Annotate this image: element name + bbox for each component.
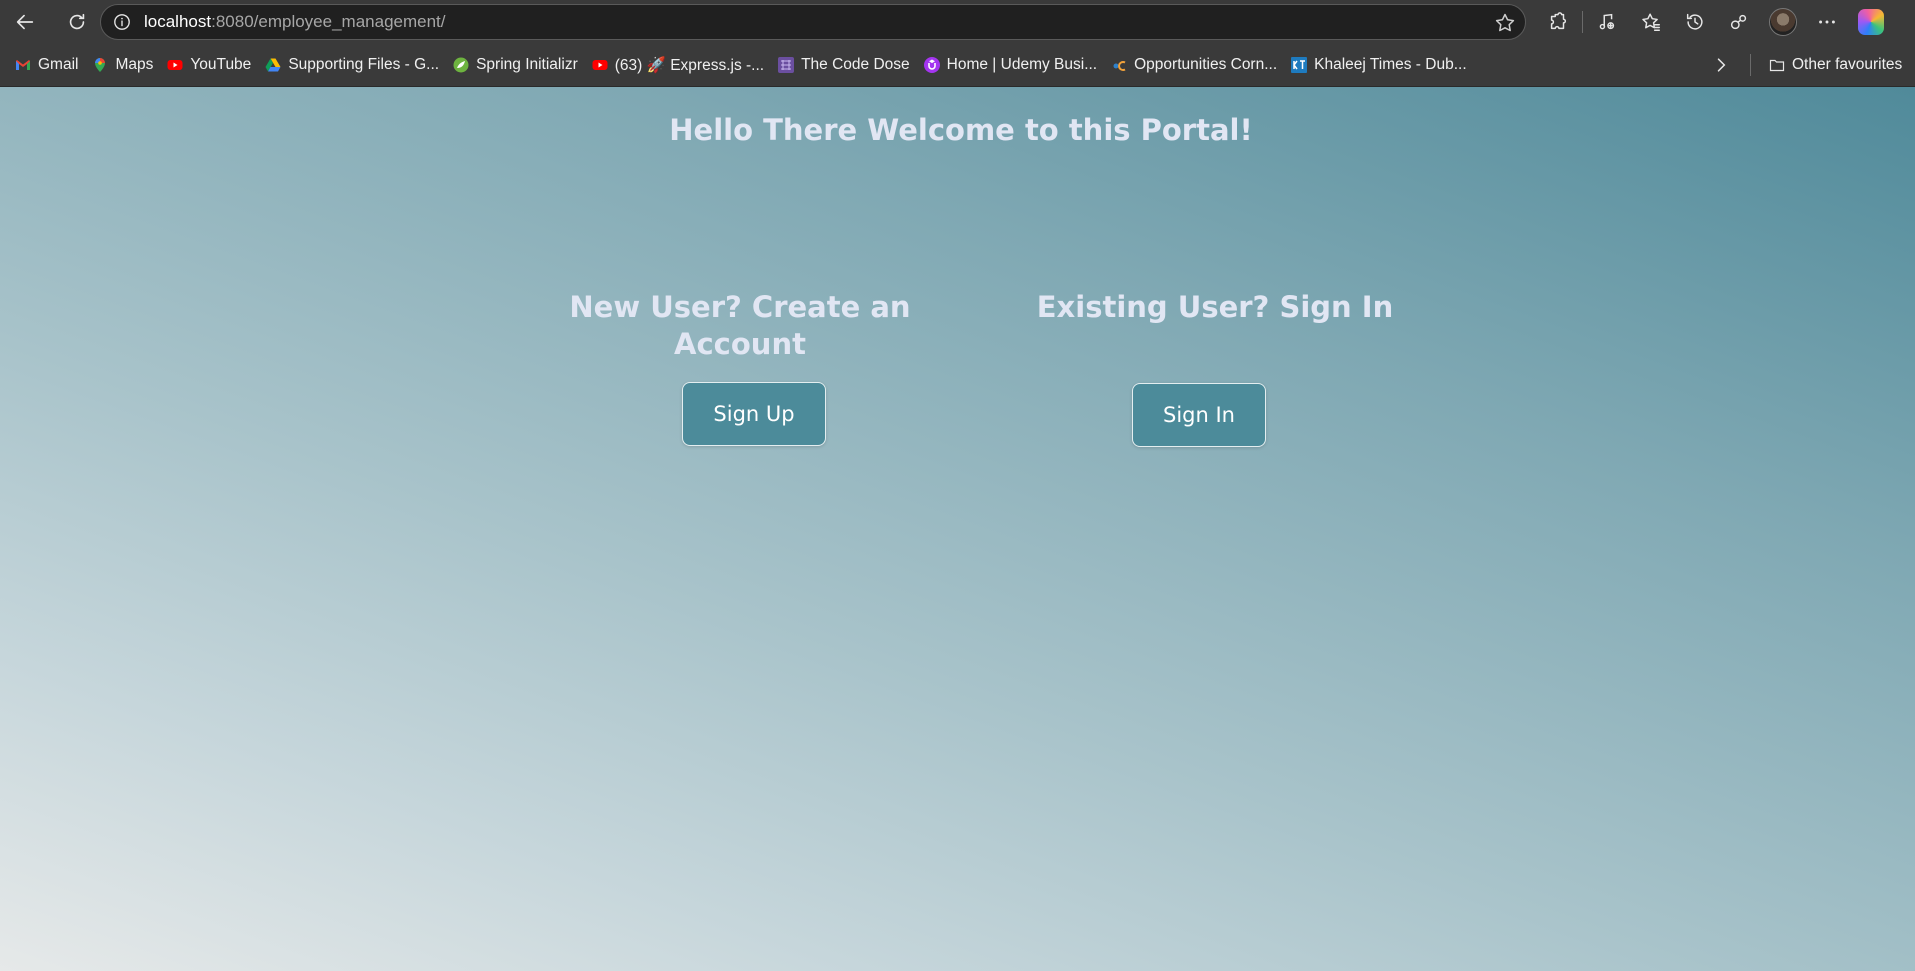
share-button[interactable] — [1717, 0, 1761, 44]
bookmarks-overflow-button[interactable] — [1706, 50, 1736, 80]
sign-up-button[interactable]: Sign Up — [682, 382, 826, 446]
bookmark-supporting-files[interactable]: Supporting Files - G... — [258, 50, 446, 80]
back-arrow-icon — [16, 14, 34, 30]
youtube-icon — [167, 57, 183, 73]
bookmark-gmail[interactable]: Gmail — [8, 50, 85, 80]
copilot-button[interactable] — [1849, 0, 1893, 44]
reload-button[interactable] — [60, 5, 94, 39]
puzzle-icon — [1550, 12, 1567, 30]
opportunities-icon — [1111, 57, 1127, 73]
music-note-icon — [1599, 13, 1615, 30]
maps-icon — [92, 57, 108, 73]
bookmark-label: Supporting Files - G... — [288, 56, 440, 73]
avatar — [1769, 8, 1797, 36]
copilot-icon — [1858, 9, 1884, 35]
more-button[interactable] — [1805, 0, 1849, 44]
google-drive-icon — [265, 57, 281, 73]
spring-icon — [453, 57, 469, 73]
back-button[interactable] — [8, 5, 42, 39]
bookmark-express-js[interactable]: (63) 🚀 Express.js -... — [585, 50, 771, 80]
info-icon[interactable] — [113, 13, 131, 31]
share-icon — [1730, 14, 1747, 30]
bookmark-opportunities-corner[interactable]: Opportunities Corn... — [1104, 50, 1284, 80]
page-content: Hello There Welcome to this Portal! New … — [0, 87, 1915, 971]
chevron-right-icon — [1717, 58, 1726, 72]
youtube-icon — [592, 57, 608, 73]
history-icon — [1686, 13, 1703, 30]
other-favourites-label: Other favourites — [1792, 56, 1903, 73]
khaleej-times-icon — [1291, 57, 1308, 73]
favorites-icon — [1642, 13, 1660, 31]
bookmark-label: Maps — [115, 56, 154, 73]
new-user-section: New User? Create an Account — [561, 289, 919, 363]
address-bar[interactable]: localhost:8080/employee_management/ — [100, 4, 1526, 40]
existing-user-section: Existing User? Sign In — [1024, 289, 1406, 326]
bookmarks-bar: Gmail Maps YouTube Supporting Files - G.… — [0, 44, 1915, 87]
bookmark-label: Home | Udemy Busi... — [946, 56, 1098, 73]
ellipsis-icon — [1819, 20, 1835, 24]
bookmark-label: Gmail — [38, 56, 79, 73]
toolbar-divider — [1582, 11, 1583, 33]
sign-in-button[interactable]: Sign In — [1132, 383, 1266, 447]
bookmark-label: The Code Dose — [801, 56, 910, 73]
favorites-button[interactable] — [1629, 0, 1673, 44]
bookmark-label: (63) 🚀 Express.js -... — [614, 56, 765, 74]
bookmarks-divider — [1750, 54, 1751, 76]
bookmark-khaleej-times[interactable]: Khaleej Times - Dub... — [1284, 50, 1473, 80]
extensions-button[interactable] — [1536, 0, 1580, 44]
star-icon[interactable] — [1493, 11, 1517, 35]
bookmark-youtube[interactable]: YouTube — [160, 50, 258, 80]
udemy-icon — [923, 57, 940, 73]
profile-button[interactable] — [1761, 0, 1805, 44]
bookmark-code-dose[interactable]: The Code Dose — [771, 50, 917, 80]
existing-user-heading: Existing User? Sign In — [1036, 290, 1394, 324]
url-path: :8080/employee_management/ — [211, 12, 446, 31]
bookmark-label: Opportunities Corn... — [1134, 56, 1278, 73]
bookmark-udemy[interactable]: Home | Udemy Busi... — [917, 50, 1104, 80]
other-favourites-folder[interactable]: Other favourites — [1762, 50, 1909, 80]
bookmark-maps[interactable]: Maps — [85, 50, 160, 80]
page-title: Hello There Welcome to this Portal! — [669, 113, 1253, 147]
gmail-icon — [15, 57, 31, 73]
reload-icon — [69, 13, 85, 30]
bookmark-spring-initializr[interactable]: Spring Initializr — [446, 50, 585, 80]
code-dose-icon — [778, 57, 795, 73]
history-button[interactable] — [1673, 0, 1717, 44]
bookmark-label: Khaleej Times - Dub... — [1314, 56, 1467, 73]
media-button[interactable] — [1585, 0, 1629, 44]
url-host: localhost — [144, 12, 212, 31]
folder-icon — [1769, 57, 1785, 73]
browser-toolbar: localhost:8080/employee_management/ — [0, 0, 1915, 44]
new-user-heading: New User? Create an Account — [569, 290, 911, 361]
bookmark-label: YouTube — [190, 56, 252, 73]
url-text[interactable]: localhost:8080/employee_management/ — [144, 12, 446, 32]
toolbar-right — [1536, 0, 1893, 44]
bookmark-label: Spring Initializr — [476, 56, 578, 73]
